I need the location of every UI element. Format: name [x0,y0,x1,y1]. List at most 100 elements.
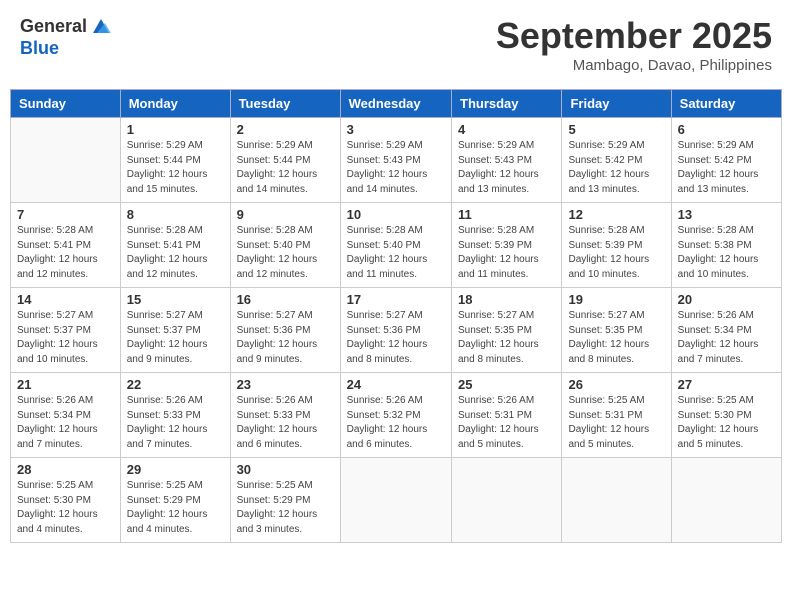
column-header-thursday: Thursday [452,90,562,118]
calendar-cell: 8 Sunrise: 5:28 AM Sunset: 5:41 PM Daylig… [120,203,230,288]
day-number: 14 [17,292,114,307]
day-info: Sunrise: 5:25 AM Sunset: 5:29 PM Dayligh… [127,479,224,537]
day-info: Sunrise: 5:26 AM Sunset: 5:33 PM Dayligh… [237,394,334,452]
day-info: Sunrise: 5:26 AM Sunset: 5:33 PM Dayligh… [127,394,224,452]
calendar-cell [340,458,451,543]
day-info: Sunrise: 5:29 AM Sunset: 5:43 PM Dayligh… [458,139,555,197]
calendar-cell: 29Sunrise: 5:25 AM Sunset: 5:29 PM Dayli… [120,458,230,543]
calendar-cell: 17Sunrise: 5:27 AM Sunset: 5:36 PM Dayli… [340,288,451,373]
calendar-cell: 6 Sunrise: 5:29 AM Sunset: 5:42 PM Daylig… [671,118,781,203]
column-header-sunday: Sunday [11,90,121,118]
day-info: Sunrise: 5:27 AM Sunset: 5:36 PM Dayligh… [237,309,334,367]
calendar-cell: 30 Sunrise: 5:25 AM Sunset: 5:29 PM Dayli… [230,458,340,543]
calendar-table: SundayMondayTuesdayWednesdayThursdayFrid… [10,89,782,543]
day-number: 20 [678,292,775,307]
day-number: 19 [568,292,664,307]
calendar-cell: 22 Sunrise: 5:26 AM Sunset: 5:33 PM Dayli… [120,373,230,458]
day-number: 6 [678,122,775,137]
week-row-2: 7 Sunrise: 5:28 AM Sunset: 5:41 PM Daylig… [11,203,782,288]
day-info: Sunrise: 5:27 AM Sunset: 5:35 PM Dayligh… [458,309,555,367]
day-info: Sunrise: 5:28 AM Sunset: 5:38 PM Dayligh… [678,224,775,282]
day-number: 23 [237,377,334,392]
calendar-cell [562,458,671,543]
day-info: Sunrise: 5:26 AM Sunset: 5:31 PM Dayligh… [458,394,555,452]
calendar-cell: 14Sunrise: 5:27 AM Sunset: 5:37 PM Dayli… [11,288,121,373]
day-number: 8 [127,207,224,222]
calendar-header-row: SundayMondayTuesdayWednesdayThursdayFrid… [11,90,782,118]
day-info: Sunrise: 5:28 AM Sunset: 5:40 PM Dayligh… [237,224,334,282]
day-number: 22 [127,377,224,392]
title-block: September 2025 Mambago, Davao, Philippin… [496,15,772,74]
day-number: 24 [347,377,445,392]
column-header-friday: Friday [562,90,671,118]
column-header-saturday: Saturday [671,90,781,118]
day-number: 12 [568,207,664,222]
calendar-cell: 2Sunrise: 5:29 AM Sunset: 5:44 PM Daylig… [230,118,340,203]
day-info: Sunrise: 5:26 AM Sunset: 5:32 PM Dayligh… [347,394,445,452]
day-number: 13 [678,207,775,222]
day-info: Sunrise: 5:29 AM Sunset: 5:44 PM Dayligh… [237,139,334,197]
day-info: Sunrise: 5:28 AM Sunset: 5:39 PM Dayligh… [568,224,664,282]
column-header-monday: Monday [120,90,230,118]
calendar-cell: 20 Sunrise: 5:26 AM Sunset: 5:34 PM Dayli… [671,288,781,373]
calendar-cell: 4 Sunrise: 5:29 AM Sunset: 5:43 PM Daylig… [452,118,562,203]
day-number: 21 [17,377,114,392]
column-header-wednesday: Wednesday [340,90,451,118]
calendar-cell: 27 Sunrise: 5:25 AM Sunset: 5:30 PM Dayli… [671,373,781,458]
day-info: Sunrise: 5:28 AM Sunset: 5:39 PM Dayligh… [458,224,555,282]
day-number: 10 [347,207,445,222]
day-info: Sunrise: 5:25 AM Sunset: 5:29 PM Dayligh… [237,479,334,537]
calendar-cell: 10 Sunrise: 5:28 AM Sunset: 5:40 PM Dayli… [340,203,451,288]
day-info: Sunrise: 5:29 AM Sunset: 5:42 PM Dayligh… [568,139,664,197]
day-number: 11 [458,207,555,222]
calendar-cell: 26 Sunrise: 5:25 AM Sunset: 5:31 PM Dayli… [562,373,671,458]
week-row-5: 28 Sunrise: 5:25 AM Sunset: 5:30 PM Dayli… [11,458,782,543]
calendar-cell: 12 Sunrise: 5:28 AM Sunset: 5:39 PM Dayli… [562,203,671,288]
day-info: Sunrise: 5:26 AM Sunset: 5:34 PM Dayligh… [17,394,114,452]
calendar-cell: 5 Sunrise: 5:29 AM Sunset: 5:42 PM Daylig… [562,118,671,203]
calendar-cell: 9 Sunrise: 5:28 AM Sunset: 5:40 PM Daylig… [230,203,340,288]
day-info: Sunrise: 5:25 AM Sunset: 5:30 PM Dayligh… [678,394,775,452]
day-number: 5 [568,122,664,137]
day-number: 16 [237,292,334,307]
calendar-cell: 13 Sunrise: 5:28 AM Sunset: 5:38 PM Dayli… [671,203,781,288]
calendar-cell [11,118,121,203]
logo: General Blue [20,15,113,59]
calendar-cell: 15Sunrise: 5:27 AM Sunset: 5:37 PM Dayli… [120,288,230,373]
calendar-cell: 3Sunrise: 5:29 AM Sunset: 5:43 PM Daylig… [340,118,451,203]
day-number: 17 [347,292,445,307]
calendar-cell: 7 Sunrise: 5:28 AM Sunset: 5:41 PM Daylig… [11,203,121,288]
day-number: 1 [127,122,224,137]
day-info: Sunrise: 5:26 AM Sunset: 5:34 PM Dayligh… [678,309,775,367]
location-text: Mambago, Davao, Philippines [496,57,772,74]
day-info: Sunrise: 5:29 AM Sunset: 5:44 PM Dayligh… [127,139,224,197]
week-row-3: 14Sunrise: 5:27 AM Sunset: 5:37 PM Dayli… [11,288,782,373]
calendar-cell: 1 Sunrise: 5:29 AM Sunset: 5:44 PM Daylig… [120,118,230,203]
week-row-1: 1 Sunrise: 5:29 AM Sunset: 5:44 PM Daylig… [11,118,782,203]
day-info: Sunrise: 5:29 AM Sunset: 5:42 PM Dayligh… [678,139,775,197]
day-number: 7 [17,207,114,222]
day-info: Sunrise: 5:25 AM Sunset: 5:30 PM Dayligh… [17,479,114,537]
calendar-cell [452,458,562,543]
day-number: 9 [237,207,334,222]
day-number: 15 [127,292,224,307]
day-number: 27 [678,377,775,392]
day-number: 26 [568,377,664,392]
day-number: 4 [458,122,555,137]
calendar-cell: 18 Sunrise: 5:27 AM Sunset: 5:35 PM Dayli… [452,288,562,373]
day-number: 30 [237,462,334,477]
logo-general-text: General [20,17,87,37]
calendar-cell: 16 Sunrise: 5:27 AM Sunset: 5:36 PM Dayli… [230,288,340,373]
day-info: Sunrise: 5:25 AM Sunset: 5:31 PM Dayligh… [568,394,664,452]
calendar-cell: 23 Sunrise: 5:26 AM Sunset: 5:33 PM Dayli… [230,373,340,458]
column-header-tuesday: Tuesday [230,90,340,118]
day-number: 18 [458,292,555,307]
day-info: Sunrise: 5:28 AM Sunset: 5:41 PM Dayligh… [127,224,224,282]
day-info: Sunrise: 5:28 AM Sunset: 5:40 PM Dayligh… [347,224,445,282]
day-number: 25 [458,377,555,392]
calendar-cell: 19 Sunrise: 5:27 AM Sunset: 5:35 PM Dayli… [562,288,671,373]
day-info: Sunrise: 5:28 AM Sunset: 5:41 PM Dayligh… [17,224,114,282]
page-header: General Blue September 2025 Mambago, Dav… [10,10,782,79]
day-info: Sunrise: 5:27 AM Sunset: 5:35 PM Dayligh… [568,309,664,367]
day-number: 28 [17,462,114,477]
